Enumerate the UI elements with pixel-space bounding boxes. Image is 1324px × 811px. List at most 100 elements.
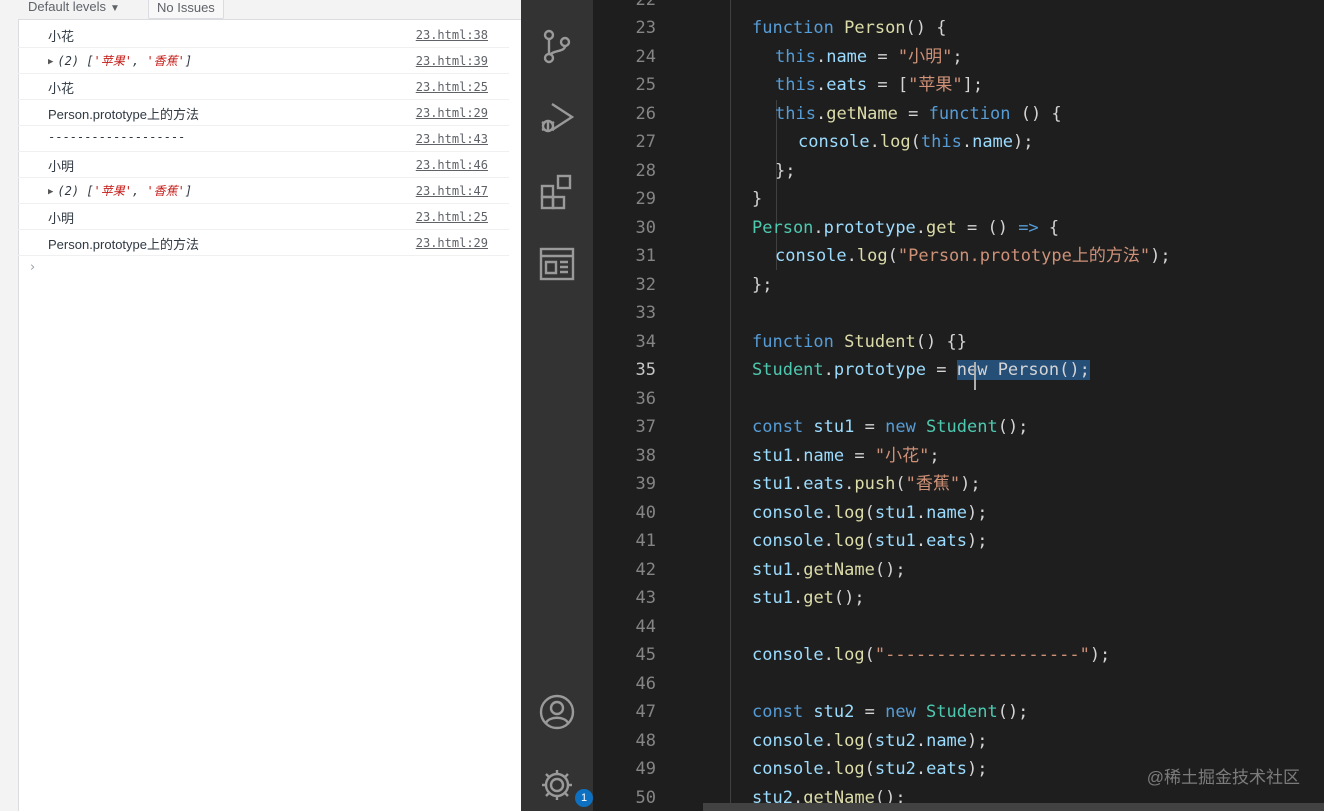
source-link[interactable]: 23.html:46	[416, 158, 488, 172]
code-token: () {	[905, 18, 947, 38]
line-number: 25	[635, 75, 656, 95]
code-token: get	[926, 217, 957, 238]
line-number: 42	[635, 559, 656, 580]
line-number: 26	[635, 103, 656, 124]
console-message-text: 小明	[48, 159, 75, 174]
code-token: getName	[826, 103, 898, 124]
editor-line: 44	[593, 613, 1324, 642]
code-token: ();	[833, 588, 865, 608]
line-number: 38	[635, 445, 656, 466]
code-token: );	[967, 531, 988, 551]
code-text: console.log("-------------------");	[752, 641, 1110, 670]
issues-button[interactable]: No Issues	[148, 0, 224, 19]
code-token: );	[967, 759, 988, 779]
code-token: =	[844, 445, 875, 466]
code-token: name	[926, 730, 968, 751]
array-item: '苹果'	[93, 54, 132, 68]
editor-line: 26 this.getName = function () {	[593, 100, 1324, 129]
source-link[interactable]: 23.html:38	[416, 28, 488, 42]
code-token: .	[823, 360, 834, 380]
console-array-message[interactable]: ▶ (2) ['苹果', '香蕉']	[48, 52, 192, 69]
settings-gear-icon[interactable]: 1	[539, 767, 593, 807]
source-link[interactable]: 23.html:39	[416, 54, 488, 68]
code-token: "香蕉"	[905, 474, 961, 494]
code-text: this.name = "小明";	[775, 43, 963, 72]
code-token: .	[915, 759, 927, 779]
code-token: .	[792, 445, 804, 466]
code-text: stu1.name = "小花";	[752, 442, 940, 471]
expand-triangle-icon[interactable]: ▶	[48, 57, 53, 67]
editor-line: 39 stu1.eats.push("香蕉");	[593, 470, 1324, 499]
line-number: 43	[635, 588, 656, 608]
code-token: this	[775, 46, 816, 67]
editor-line: 28};	[593, 157, 1324, 186]
array-prefix: (2) [	[57, 184, 94, 198]
code-token: this	[775, 75, 816, 95]
code-token: .	[813, 217, 824, 238]
code-token: log	[856, 246, 888, 266]
settings-update-badge: 1	[575, 789, 593, 807]
code-token: function	[752, 331, 845, 352]
run-debug-icon[interactable]	[539, 100, 575, 136]
code-token: console	[752, 730, 824, 751]
code-token: prototype	[833, 360, 927, 380]
code-token: console	[752, 759, 824, 779]
source-control-icon[interactable]	[539, 28, 575, 64]
code-token: .	[815, 75, 827, 95]
source-link[interactable]: 23.html:29	[416, 236, 488, 250]
browser-preview-icon[interactable]	[539, 246, 575, 282]
code-text: }	[752, 185, 762, 214]
code-token: getName	[803, 559, 875, 580]
code-token: .	[961, 132, 973, 152]
code-token: );	[967, 730, 988, 751]
source-link[interactable]: 23.html:25	[416, 210, 488, 224]
array-separator: ,	[132, 184, 147, 198]
console-message-row: 小明 23.html:25	[18, 204, 509, 230]
editor-line: 33	[593, 299, 1324, 328]
code-token: ();	[997, 702, 1029, 722]
horizontal-scrollbar[interactable]	[703, 803, 1324, 811]
code-token: this	[775, 103, 816, 124]
selected-code-token: new Person();	[956, 360, 1090, 380]
editor-line: 27 console.log(this.name);	[593, 128, 1324, 157]
code-token: prototype	[823, 217, 916, 238]
code-token: = [	[867, 75, 909, 95]
line-number: 47	[635, 702, 656, 722]
log-levels-dropdown[interactable]: Default levels ▼	[28, 0, 120, 14]
console-message-row: Person.prototype上的方法 23.html:29	[18, 230, 509, 256]
console-array-message[interactable]: ▶ (2) ['苹果', '香蕉']	[48, 182, 192, 199]
code-token: (	[864, 730, 875, 751]
code-text: Student.prototype = new Person();	[752, 356, 1090, 385]
expand-triangle-icon[interactable]: ▶	[48, 187, 53, 197]
source-link[interactable]: 23.html:47	[416, 184, 488, 198]
code-token: stu2	[874, 730, 916, 751]
code-token: "小明"	[897, 46, 953, 67]
code-token: (	[910, 132, 921, 152]
console-message-text: Person.prototype上的方法	[48, 107, 200, 122]
account-icon[interactable]	[539, 694, 575, 730]
code-token: .	[815, 46, 827, 67]
source-link[interactable]: 23.html:29	[416, 106, 488, 120]
code-text: function Student() {}	[752, 328, 967, 357]
code-token: "Person.prototype上的方法"	[897, 246, 1151, 266]
line-number: 33	[635, 303, 656, 323]
source-link[interactable]: 23.html:25	[416, 80, 488, 94]
line-number: 27	[635, 132, 656, 152]
code-token: log	[833, 759, 865, 779]
code-editor[interactable]: 22 23 function Person() {24 this.name = "小…	[593, 0, 1324, 811]
code-token: };	[775, 160, 796, 181]
console-message-row: ▶ (2) ['苹果', '香蕉'] 23.html:47	[18, 178, 509, 204]
source-link[interactable]: 23.html:43	[416, 132, 488, 146]
line-number: 30	[635, 217, 656, 238]
extensions-icon[interactable]	[539, 174, 575, 210]
code-token: );	[960, 474, 981, 494]
code-token: .	[792, 559, 804, 580]
editor-line: 32};	[593, 271, 1324, 300]
line-number: 22	[635, 0, 656, 10]
code-token: Student	[752, 360, 824, 380]
code-token: );	[1089, 645, 1111, 665]
console-prompt-icon[interactable]: ›	[30, 260, 35, 275]
code-token: console	[775, 246, 847, 266]
watermark: @稀土掘金技术社区	[1146, 768, 1300, 787]
code-token: .	[915, 531, 927, 551]
